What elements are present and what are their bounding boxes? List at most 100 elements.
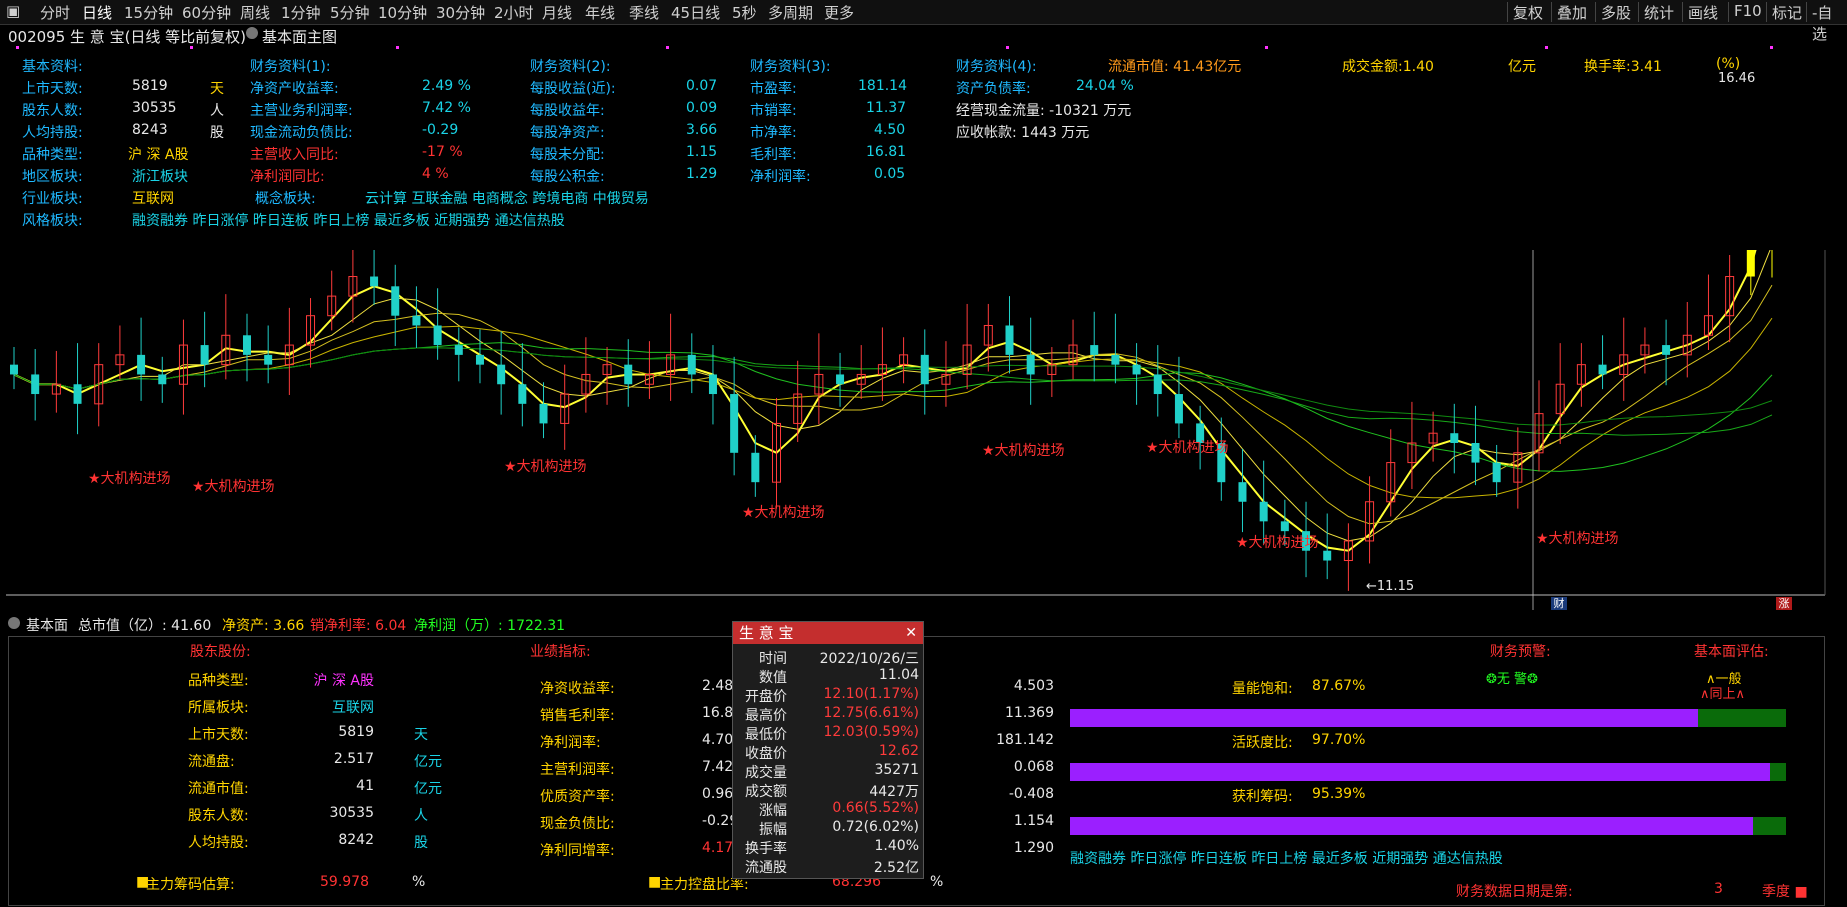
candle-body[interactable] [433, 325, 442, 346]
tool-button[interactable]: 画线 [1688, 2, 1718, 23]
candle-body[interactable] [730, 394, 739, 453]
net-assets: 净资产: 3.66 [222, 618, 305, 634]
candle-body[interactable] [1280, 521, 1289, 532]
info-popup[interactable]: 生 意 宝 ✕ 时间 2022/10/26/三 数值 11.04 开盘价 12.10(1.… [732, 621, 924, 879]
tool-button[interactable]: 复权 [1513, 2, 1543, 23]
candle-body[interactable] [1746, 250, 1755, 277]
candle-body[interactable] [1492, 462, 1501, 483]
candle-body[interactable] [73, 384, 82, 404]
candle-body[interactable] [497, 364, 506, 385]
row-label: 净资收益率: [540, 681, 615, 697]
sidebar-toggle-icon[interactable]: ▣ [6, 2, 20, 20]
style-value[interactable]: 融资融券 昨日涨停 昨日连板 昨日上榜 最近多板 近期强势 通达信热股 [132, 210, 565, 230]
candle-body[interactable] [10, 364, 18, 375]
candle-body[interactable] [1153, 374, 1162, 395]
period-tab[interactable]: 1分钟 [281, 2, 321, 23]
chevron-down-icon[interactable] [246, 27, 258, 39]
candle-body[interactable] [31, 374, 40, 395]
candle-body[interactable] [1111, 354, 1120, 365]
candle-body[interactable] [1132, 364, 1141, 375]
industry-link[interactable]: 互联网 [132, 188, 174, 208]
popup-key: 开盘价 [745, 689, 787, 705]
finance-marker[interactable]: 财 [1551, 597, 1567, 610]
tool-button[interactable]: 多股 [1601, 2, 1631, 23]
period-tab[interactable]: 分时 [40, 2, 70, 23]
candle-body[interactable] [836, 374, 845, 385]
candle-body[interactable] [370, 276, 379, 287]
candle-body[interactable] [751, 452, 760, 483]
candle-body[interactable] [1450, 433, 1459, 444]
panel-title[interactable]: 基本面主图 [262, 26, 337, 47]
concept-value[interactable]: 云计算 互联金融 电商概念 跨境电商 中俄贸易 [365, 188, 649, 208]
info-value: 沪 深 A股 [128, 147, 189, 163]
period-tab[interactable]: 周线 [240, 2, 270, 23]
toolbar-separator [1638, 2, 1639, 22]
candlestick-chart[interactable] [0, 250, 1847, 610]
candle-body[interactable] [137, 354, 146, 375]
tool-button[interactable]: F10 [1734, 2, 1762, 20]
candle-body[interactable] [158, 374, 167, 385]
candle-body[interactable] [624, 364, 633, 385]
popup-header[interactable]: 生 意 宝 ✕ [733, 622, 923, 644]
candle-body[interactable] [1259, 501, 1268, 522]
row-label: 净利同增率: [540, 843, 615, 859]
candle-body[interactable] [1090, 345, 1099, 355]
period-tab[interactable]: 10分钟 [378, 2, 427, 23]
candle-body[interactable] [475, 354, 484, 365]
candle-body[interactable] [454, 345, 463, 355]
tool-button[interactable]: 标记 [1772, 2, 1802, 23]
info-value: -17 % [422, 144, 463, 160]
candle-body[interactable] [391, 286, 400, 316]
moving-average-line [13, 317, 1773, 499]
candle-body[interactable] [687, 354, 696, 375]
info-label: 股东人数: [22, 103, 83, 119]
candle-body[interactable] [412, 315, 421, 326]
info-value: 8243 [132, 122, 168, 138]
period-tab[interactable]: 年线 [585, 2, 615, 23]
popup-row: 换手率 1.40% [733, 838, 923, 857]
period-tab[interactable]: 更多 [824, 2, 854, 23]
period-tab[interactable]: 日线 [82, 2, 112, 23]
chevron-down-icon[interactable] [8, 617, 20, 629]
row-unit: 亿元 [414, 754, 442, 770]
popup-row: 数值 11.04 [733, 667, 923, 686]
candle-body[interactable] [1026, 354, 1035, 375]
tool-button[interactable]: 统计 [1644, 2, 1674, 23]
tool-button[interactable]: 叠加 [1557, 2, 1587, 23]
tool-button[interactable]: -自选 [1812, 2, 1847, 44]
candle-body[interactable] [1323, 550, 1332, 561]
candle-body[interactable] [1598, 364, 1607, 375]
period-tab[interactable]: 5秒 [732, 2, 757, 23]
lower-panel-title[interactable]: 基本面 [26, 615, 68, 635]
period-tab[interactable]: 45日线 [671, 2, 720, 23]
candle-body[interactable] [1662, 345, 1671, 355]
period-tab[interactable]: 多周期 [768, 2, 813, 23]
period-tab[interactable]: 15分钟 [124, 2, 173, 23]
row-value: 4.17 [702, 840, 734, 856]
candle-body[interactable] [1238, 482, 1247, 502]
row-value: 1.290 [1013, 840, 1054, 856]
period-tab[interactable]: 月线 [542, 2, 572, 23]
period-tab[interactable]: 季线 [629, 2, 659, 23]
period-tab[interactable]: 30分钟 [436, 2, 485, 23]
region-link[interactable]: 浙江板块 [132, 166, 188, 186]
period-tab[interactable]: 5分钟 [330, 2, 370, 23]
limit-up-marker[interactable]: 涨 [1776, 597, 1792, 610]
low-price-label: ←11.15 [1366, 579, 1415, 594]
candle-body[interactable] [518, 384, 527, 404]
row-unit: 人 [414, 808, 428, 824]
candle-body[interactable] [1005, 325, 1014, 355]
candle-body[interactable] [708, 374, 717, 395]
candle-body[interactable] [539, 403, 548, 424]
signal-label: ★大机构进场 [1536, 531, 1619, 547]
period-tab[interactable]: 60分钟 [182, 2, 231, 23]
candle-body[interactable] [1471, 443, 1480, 463]
candle-body[interactable] [264, 354, 273, 365]
period-tab[interactable]: 2小时 [494, 2, 534, 23]
candle-body[interactable] [242, 335, 251, 355]
candle-body[interactable] [920, 354, 929, 385]
candle-body[interactable] [200, 345, 209, 365]
candle-body[interactable] [1174, 394, 1183, 424]
info-value: 3.66 [686, 122, 718, 138]
close-icon[interactable]: ✕ [905, 622, 917, 644]
